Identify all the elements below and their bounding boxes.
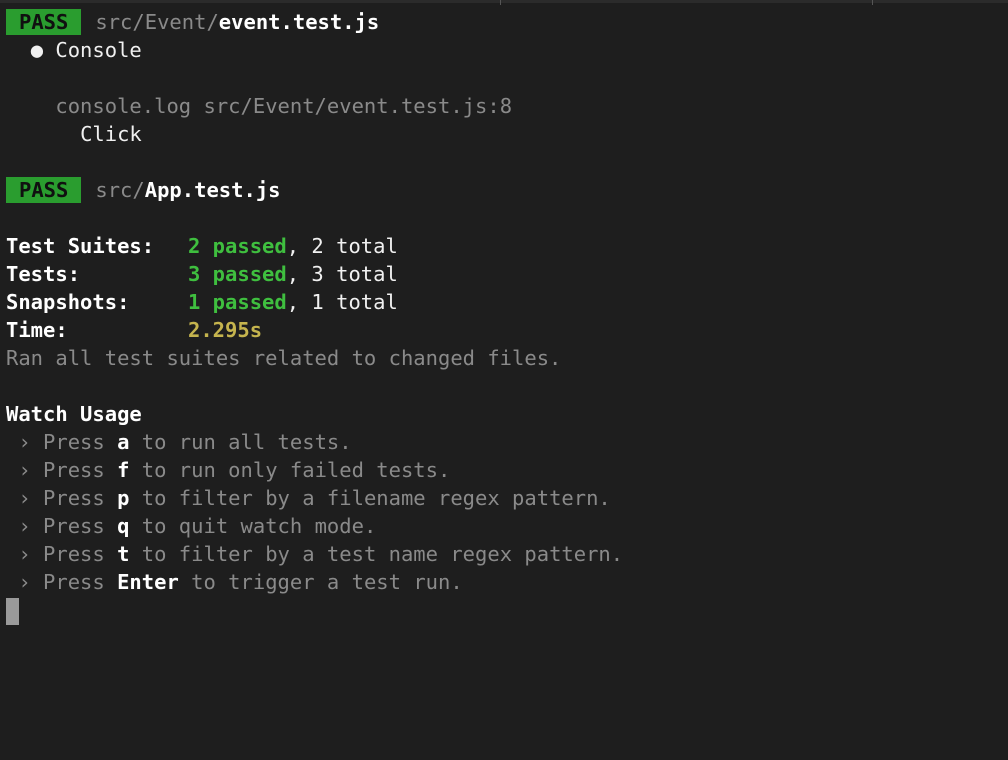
watch-desc: to filter by a filename regex pattern. <box>141 486 611 510</box>
press-label: Press <box>43 570 105 594</box>
watch-key: t <box>117 542 130 566</box>
suite-result-line: PASS src/App.test.js <box>6 176 1008 204</box>
chevron-right-icon: › <box>18 514 31 538</box>
press-label: Press <box>43 542 105 566</box>
passed-count: 3 passed <box>188 262 287 286</box>
chevron-right-icon: › <box>18 486 31 510</box>
total-count: , 2 total <box>286 234 398 258</box>
watch-option: › Press a to run all tests. <box>6 428 1008 456</box>
summary-label: Test Suites: <box>6 234 155 258</box>
watch-key: a <box>117 430 130 454</box>
watch-option: › Press t to filter by a test name regex… <box>6 540 1008 568</box>
summary-label: Snapshots: <box>6 290 130 314</box>
test-file-dir: src/Event/ <box>95 10 219 34</box>
ran-text: Ran all test suites related to changed f… <box>6 346 562 370</box>
watch-key: p <box>117 486 130 510</box>
press-label: Press <box>43 430 105 454</box>
terminal-top-border <box>0 0 1008 3</box>
watch-desc: to filter by a test name regex pattern. <box>141 542 624 566</box>
summary-test-suites: Test Suites: 2 passed, 2 total <box>6 232 1008 260</box>
prompt-line[interactable] <box>6 596 1008 625</box>
console-label: Console <box>55 38 142 62</box>
watch-key: f <box>117 458 130 482</box>
console-log-output: Click <box>6 120 1008 148</box>
test-file-name: event.test.js <box>218 10 380 34</box>
suite-result-line: PASS src/Event/event.test.js <box>6 8 1008 36</box>
ran-all-suites-text: Ran all test suites related to changed f… <box>6 344 1008 372</box>
terminal-cursor[interactable] <box>6 597 19 625</box>
console-log-location: console.log src/Event/event.test.js:8 <box>6 92 1008 120</box>
console-log-text: console.log src/Event/event.test.js:8 <box>55 94 513 118</box>
summary-label: Time: <box>6 318 68 342</box>
log-output-text: Click <box>80 122 142 146</box>
console-header-line: ● Console <box>6 36 1008 64</box>
watch-key: Enter <box>117 570 179 594</box>
bullet-icon: ● <box>30 38 44 62</box>
press-label: Press <box>43 514 105 538</box>
total-count: , 3 total <box>286 262 398 286</box>
press-label: Press <box>43 486 105 510</box>
test-file-dir: src/ <box>95 178 145 202</box>
watch-desc: to run only failed tests. <box>141 458 451 482</box>
pane-divider-tick <box>500 0 501 5</box>
watch-desc: to trigger a test run. <box>191 570 463 594</box>
watch-option: › Press p to filter by a filename regex … <box>6 484 1008 512</box>
watch-usage-heading: Watch Usage <box>6 402 142 426</box>
chevron-right-icon: › <box>18 458 31 482</box>
watch-option: › Press f to run only failed tests. <box>6 456 1008 484</box>
total-count: , 1 total <box>286 290 398 314</box>
pass-badge: PASS <box>6 9 82 35</box>
chevron-right-icon: › <box>18 542 31 566</box>
watch-option: › Press q to quit watch mode. <box>6 512 1008 540</box>
summary-label: Tests: <box>6 262 81 286</box>
time-value: 2.295s <box>188 318 263 342</box>
pane-divider-tick <box>872 0 873 5</box>
watch-usage-title: Watch Usage <box>6 400 1008 428</box>
terminal-window[interactable]: PASS src/Event/event.test.js ● Console co… <box>0 0 1008 760</box>
watch-option: › Press Enter to trigger a test run. <box>6 568 1008 596</box>
summary-snapshots: Snapshots: 1 passed, 1 total <box>6 288 1008 316</box>
summary-tests: Tests: 3 passed, 3 total <box>6 260 1008 288</box>
pass-badge: PASS <box>6 177 82 203</box>
summary-time: Time: 2.295s <box>6 316 1008 344</box>
press-label: Press <box>43 458 105 482</box>
watch-desc: to quit watch mode. <box>141 514 377 538</box>
watch-desc: to run all tests. <box>141 430 352 454</box>
passed-count: 2 passed <box>188 234 287 258</box>
watch-key: q <box>117 514 130 538</box>
test-file-name: App.test.js <box>144 178 281 202</box>
chevron-right-icon: › <box>18 430 31 454</box>
chevron-right-icon: › <box>18 570 31 594</box>
passed-count: 1 passed <box>188 290 287 314</box>
